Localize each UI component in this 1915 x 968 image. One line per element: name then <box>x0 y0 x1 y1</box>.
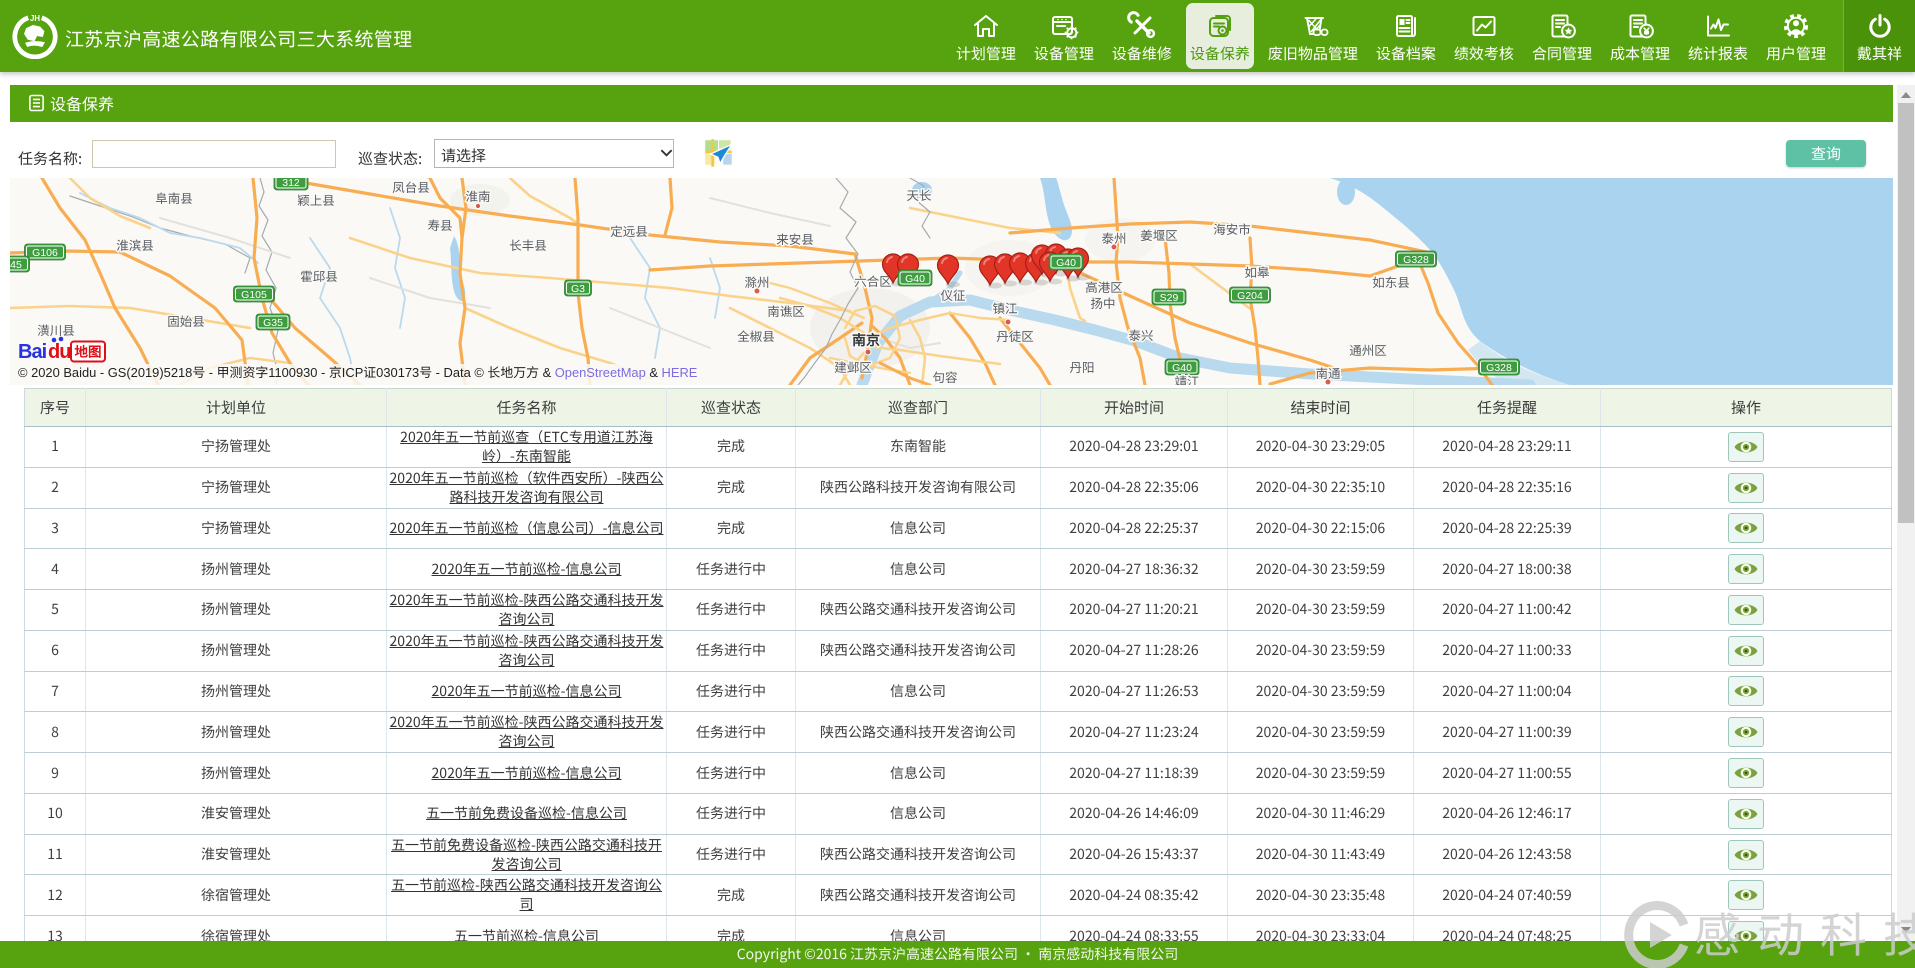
svg-text:寿县: 寿县 <box>427 215 452 234</box>
svg-text:泰兴: 泰兴 <box>1128 325 1153 344</box>
svg-text:来安县: 来安县 <box>776 229 814 248</box>
svg-text:潢川县: 潢川县 <box>37 320 75 339</box>
svg-text:感动科技: 感动科技 <box>1694 897 1915 966</box>
svg-text:凤台县: 凤台县 <box>392 178 430 196</box>
svg-text:G35: G35 <box>263 317 283 329</box>
svg-text:靖江: 靖江 <box>1174 371 1199 385</box>
svg-text:长丰县: 长丰县 <box>509 235 547 254</box>
svg-text:南京: 南京 <box>852 330 880 350</box>
svg-text:G106: G106 <box>32 247 58 259</box>
svg-text:阜南县: 阜南县 <box>155 188 193 207</box>
svg-text:如东县: 如东县 <box>1372 272 1410 291</box>
svg-text:镇江: 镇江 <box>992 298 1017 317</box>
svg-text:JH: JH <box>30 14 40 23</box>
svg-text:G40: G40 <box>905 273 925 285</box>
svg-text:G328: G328 <box>1486 362 1512 374</box>
svg-text:G204: G204 <box>1237 290 1263 302</box>
svg-text:du: du <box>48 341 70 363</box>
svg-text:霍邱县: 霍邱县 <box>300 266 338 285</box>
svg-text:地图: 地图 <box>75 341 102 361</box>
svg-text:G3: G3 <box>571 283 585 295</box>
svg-text:丹徒区: 丹徒区 <box>996 326 1034 345</box>
svg-text:高港区: 高港区 <box>1085 277 1123 296</box>
svg-text:建邺区: 建邺区 <box>834 357 872 376</box>
svg-text:海安市: 海安市 <box>1213 219 1251 238</box>
svg-text:南谯区: 南谯区 <box>767 301 805 320</box>
svg-text:312: 312 <box>282 178 300 189</box>
svg-text:固始县: 固始县 <box>167 311 205 330</box>
svg-text:天长: 天长 <box>906 185 932 204</box>
svg-text:Bai: Bai <box>18 341 47 363</box>
svg-text:丹阳: 丹阳 <box>1069 357 1094 376</box>
svg-text:G105: G105 <box>241 289 267 301</box>
svg-text:© 2020 Baidu - GS(2019)5218号 -: © 2020 Baidu - GS(2019)5218号 - 甲测资字11009… <box>18 365 698 380</box>
svg-text:淮南: 淮南 <box>465 186 490 205</box>
svg-text:句容: 句容 <box>932 367 957 385</box>
svg-text:淮滨县: 淮滨县 <box>116 235 154 254</box>
svg-text:颖上县: 颖上县 <box>297 190 335 209</box>
svg-text:G40: G40 <box>1056 257 1076 269</box>
svg-text:45: 45 <box>10 259 22 271</box>
svg-text:S29: S29 <box>1160 292 1179 304</box>
svg-text:全椒县: 全椒县 <box>737 326 775 345</box>
svg-text:仪征: 仪征 <box>940 285 966 304</box>
svg-text:G328: G328 <box>1403 254 1429 266</box>
svg-text:定远县: 定远县 <box>610 221 648 240</box>
svg-text:姜堰区: 姜堰区 <box>1140 225 1178 244</box>
svg-text:通州区: 通州区 <box>1349 340 1387 359</box>
svg-text:如皋: 如皋 <box>1244 262 1270 281</box>
